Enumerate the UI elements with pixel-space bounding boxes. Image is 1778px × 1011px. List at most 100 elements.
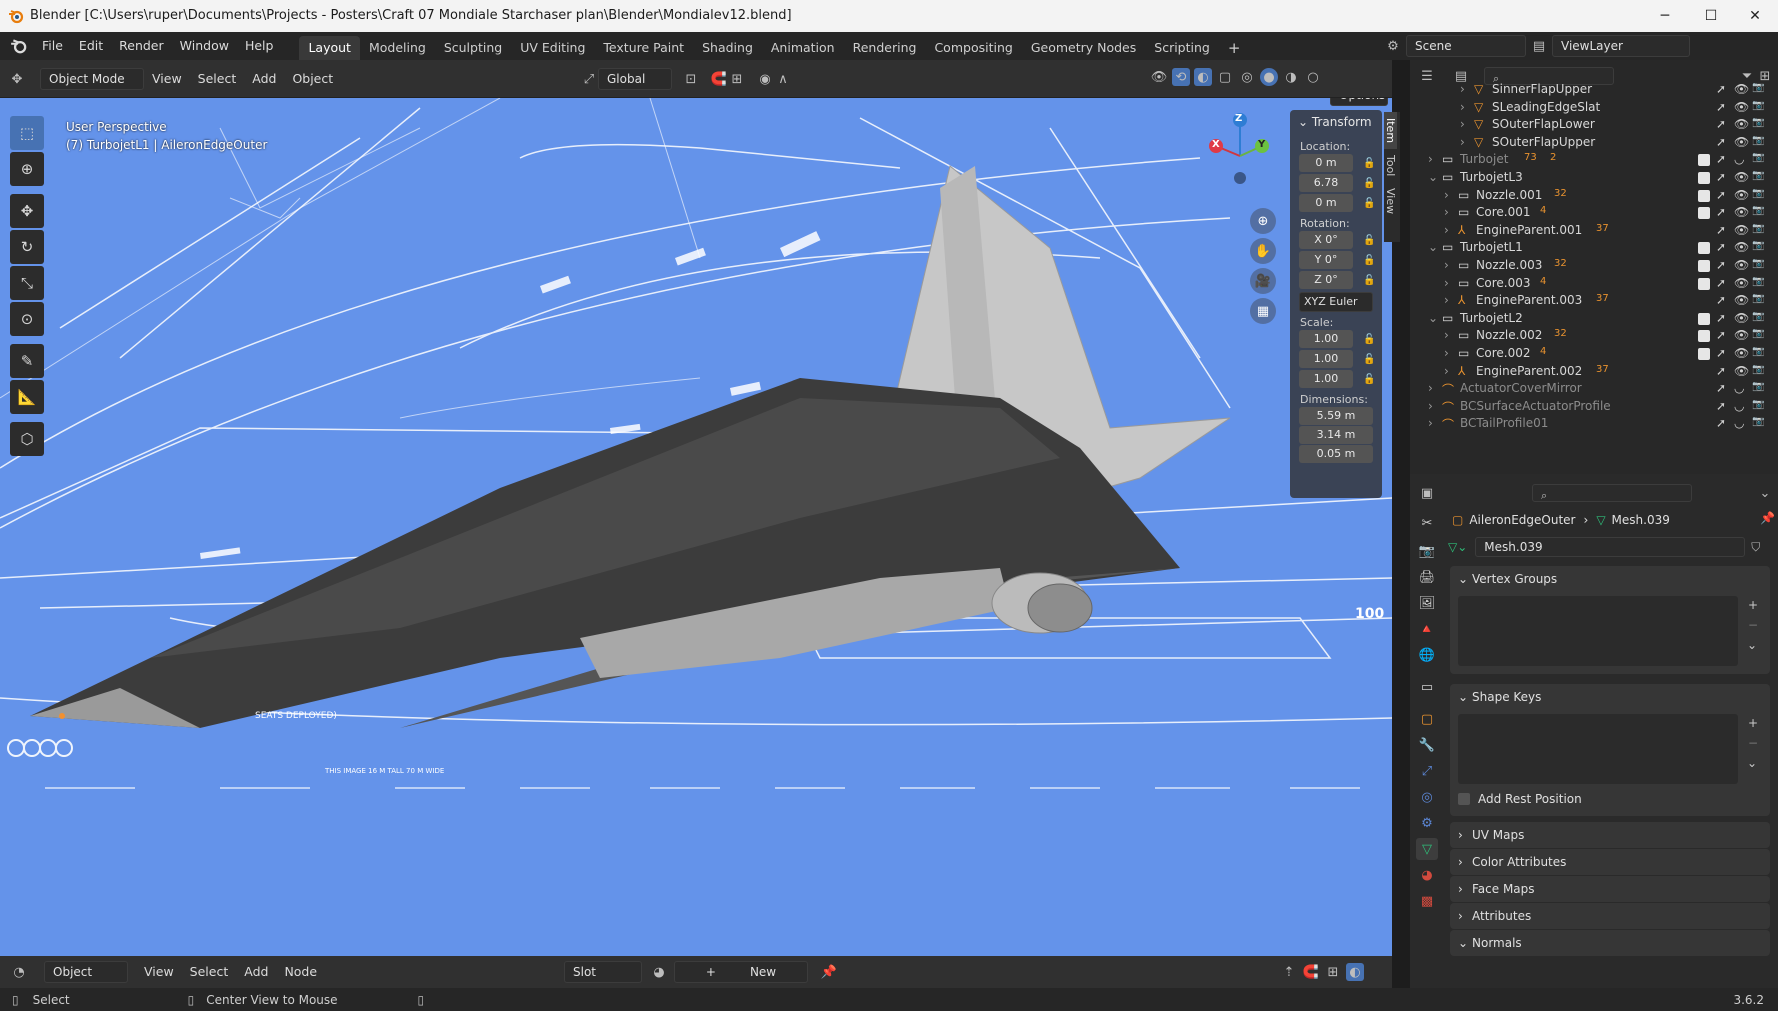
selectable-icon[interactable]: ➚: [1716, 293, 1726, 307]
view-layer-tab-icon[interactable]: 🖼: [1416, 592, 1438, 614]
exclude-checkbox[interactable]: [1698, 189, 1710, 202]
chevron-right-icon[interactable]: ›: [1444, 346, 1449, 360]
add-icon[interactable]: +: [1748, 598, 1758, 612]
object-tab-icon[interactable]: ▢: [1416, 708, 1438, 730]
visibility-eye-icon[interactable]: 👁: [1734, 240, 1749, 254]
selectable-icon[interactable]: ➚: [1716, 117, 1726, 131]
chevron-right-icon[interactable]: ›: [1428, 152, 1433, 166]
menu-edit[interactable]: Edit: [71, 32, 111, 60]
modifier-tab-icon[interactable]: 🔧: [1416, 734, 1438, 756]
lock-icon[interactable]: 🔓: [1363, 334, 1375, 345]
selectable-icon[interactable]: ➚: [1716, 170, 1726, 184]
outliner-row[interactable]: › ⌒ BCTailProfile01 ➚ ◡ 📷: [1410, 414, 1764, 434]
location-y-field[interactable]: 6.78: [1299, 174, 1353, 192]
visibility-eye-icon[interactable]: 👁: [1734, 293, 1749, 307]
exclude-checkbox[interactable]: [1698, 330, 1710, 343]
rotation-z-field[interactable]: Z 0°: [1299, 271, 1353, 289]
chevron-down-icon[interactable]: ⌄: [1428, 311, 1438, 325]
lock-icon[interactable]: 🔓: [1363, 198, 1375, 209]
render-camera-icon[interactable]: 📷: [1752, 82, 1764, 93]
chevron-right-icon[interactable]: ›: [1444, 293, 1449, 307]
rotate-tool[interactable]: ↻: [10, 230, 44, 264]
render-camera-icon[interactable]: 📷: [1752, 135, 1764, 146]
visibility-eye-icon[interactable]: ◡: [1734, 399, 1744, 413]
rotation-y-field[interactable]: Y 0°: [1299, 251, 1353, 269]
overlay-toggle-icon[interactable]: ◐: [1346, 963, 1364, 981]
camera-icon[interactable]: 🎥: [1250, 268, 1276, 294]
visibility-eye-icon[interactable]: 👁: [1734, 223, 1749, 237]
tab-layout[interactable]: Layout: [299, 36, 360, 60]
render-camera-icon[interactable]: 📷: [1752, 311, 1764, 322]
chevron-down-icon[interactable]: ⌄: [1428, 170, 1438, 184]
zoom-icon[interactable]: ⊕: [1250, 208, 1276, 234]
tab-shading[interactable]: Shading: [693, 36, 762, 60]
material-browse-icon[interactable]: ◕: [650, 963, 668, 981]
tab-geometry-nodes[interactable]: Geometry Nodes: [1022, 36, 1145, 60]
exclude-checkbox[interactable]: [1698, 260, 1710, 272]
render-camera-icon[interactable]: 📷: [1752, 328, 1764, 339]
lock-icon[interactable]: 🔓: [1363, 354, 1375, 365]
render-camera-icon[interactable]: 📷: [1752, 258, 1764, 269]
rotation-mode-selector[interactable]: XYZ Euler: [1299, 292, 1373, 312]
exclude-checkbox[interactable]: [1698, 312, 1710, 325]
scene-icon[interactable]: ⚙: [1384, 37, 1402, 55]
properties-search-input[interactable]: ⌕: [1532, 484, 1692, 502]
visibility-eye-icon[interactable]: ◡: [1734, 416, 1744, 430]
visibility-eye-icon[interactable]: 👁: [1734, 205, 1749, 219]
visibility-eye-icon[interactable]: 👁: [1734, 188, 1749, 202]
scale-tool[interactable]: ⤡: [10, 266, 44, 300]
visibility-eye-icon[interactable]: 👁: [1734, 170, 1749, 184]
visibility-eye-icon[interactable]: 👁: [1734, 311, 1749, 325]
cursor-tool[interactable]: ⊕: [10, 152, 44, 186]
render-camera-icon[interactable]: 📷: [1752, 346, 1764, 357]
tab-view[interactable]: View: [1384, 182, 1397, 220]
node-menu-select[interactable]: Select: [182, 961, 237, 983]
world-tab-icon[interactable]: 🌐: [1416, 644, 1438, 666]
visibility-eye-icon[interactable]: 👁: [1734, 258, 1749, 272]
parent-node-icon[interactable]: ⇡: [1280, 963, 1298, 981]
visibility-eye-icon[interactable]: 👁: [1734, 82, 1749, 96]
chevron-right-icon[interactable]: ›: [1428, 381, 1433, 395]
exclude-checkbox[interactable]: [1698, 242, 1710, 255]
node-menu-node[interactable]: Node: [276, 961, 325, 983]
close-button[interactable]: ✕: [1732, 0, 1778, 32]
lock-icon[interactable]: 🔓: [1363, 178, 1375, 189]
color-attributes-panel[interactable]: › Color Attributes: [1450, 849, 1770, 875]
selectable-icon[interactable]: ➚: [1716, 205, 1726, 219]
chevron-right-icon[interactable]: ›: [1460, 100, 1465, 114]
scene-tab-icon[interactable]: 🔺: [1416, 618, 1438, 640]
remove-icon[interactable]: −: [1748, 618, 1758, 632]
node-menu-add[interactable]: Add: [236, 961, 276, 983]
rotation-x-field[interactable]: X 0°: [1299, 231, 1353, 249]
menu-window[interactable]: Window: [172, 32, 237, 60]
move-tool[interactable]: ✥: [10, 194, 44, 228]
node-menu-view[interactable]: View: [136, 961, 182, 983]
tab-animation[interactable]: Animation: [762, 36, 844, 60]
view-layer-selector[interactable]: ViewLayer: [1552, 35, 1690, 57]
output-tab-icon[interactable]: 🖨: [1416, 566, 1438, 588]
tab-uv-editing[interactable]: UV Editing: [511, 36, 594, 60]
chevron-right-icon[interactable]: ›: [1460, 117, 1465, 131]
selectable-icon[interactable]: ➚: [1716, 258, 1726, 272]
slot-selector[interactable]: Slot: [564, 961, 642, 983]
visibility-eye-icon[interactable]: 👁: [1734, 135, 1749, 149]
shape-keys-list[interactable]: [1458, 714, 1738, 784]
render-camera-icon[interactable]: 📷: [1752, 364, 1764, 375]
lock-icon[interactable]: 🔓: [1363, 235, 1375, 246]
chevron-right-icon[interactable]: ›: [1444, 223, 1449, 237]
pan-hand-icon[interactable]: ✋: [1250, 238, 1276, 264]
normals-panel[interactable]: ⌄ Normals: [1450, 930, 1770, 956]
render-camera-icon[interactable]: 📷: [1752, 170, 1764, 181]
pin-icon[interactable]: 📌: [1760, 511, 1775, 525]
exclude-checkbox[interactable]: [1698, 172, 1710, 184]
scene-selector[interactable]: Scene: [1406, 35, 1526, 57]
selectable-icon[interactable]: ➚: [1716, 364, 1726, 378]
chevron-right-icon[interactable]: ›: [1444, 205, 1449, 219]
tab-scripting[interactable]: Scripting: [1145, 36, 1219, 60]
selectable-icon[interactable]: ➚: [1716, 416, 1726, 430]
tab-tool[interactable]: Tool: [1384, 149, 1397, 182]
menu-render[interactable]: Render: [111, 32, 172, 60]
chevron-right-icon[interactable]: ›: [1444, 188, 1449, 202]
scale-z-field[interactable]: 1.00: [1299, 370, 1353, 388]
selectable-icon[interactable]: ➚: [1716, 82, 1726, 96]
